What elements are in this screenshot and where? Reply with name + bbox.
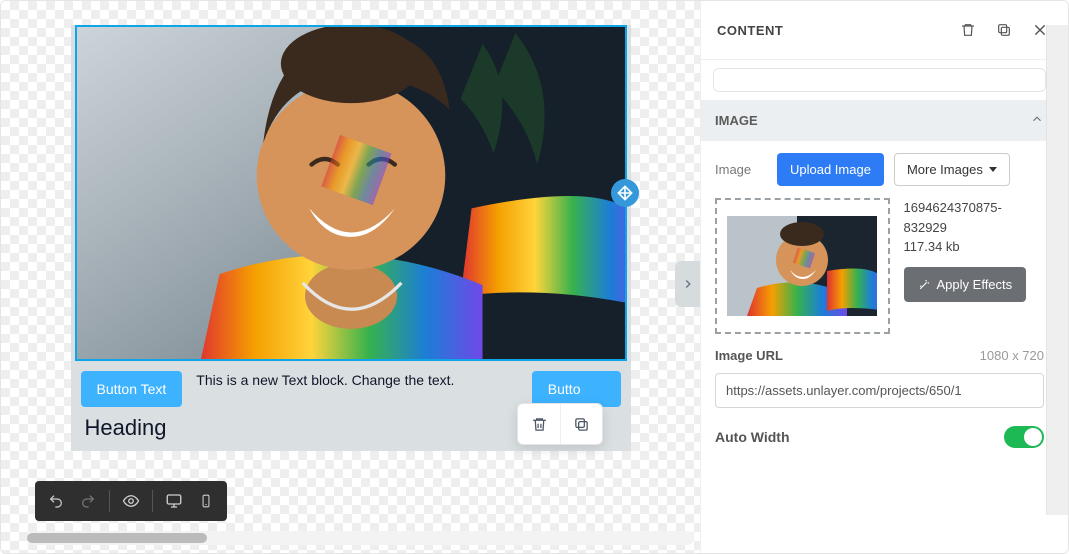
selected-image-block[interactable] — [75, 25, 627, 361]
sidebar-header: CONTENT — [701, 1, 1068, 60]
image-field-label: Image — [715, 162, 767, 177]
chevron-up-icon — [1030, 112, 1044, 129]
mobile-icon — [199, 492, 213, 510]
more-images-label: More Images — [907, 162, 983, 177]
button-a[interactable]: Button Text — [81, 371, 183, 407]
copy-icon — [573, 416, 590, 433]
preview-button[interactable] — [116, 485, 146, 517]
bottom-toolbar — [35, 481, 227, 521]
auto-width-label: Auto Width — [715, 429, 790, 445]
image-meta: 1694624370875-832929 117.34 kb Apply Eff… — [904, 198, 1044, 302]
sidebar-delete-button[interactable] — [950, 13, 986, 47]
sidebar-duplicate-button[interactable] — [986, 13, 1022, 47]
section-image-title: IMAGE — [715, 113, 758, 128]
eye-icon — [122, 492, 140, 510]
redo-button[interactable] — [73, 485, 103, 517]
caret-down-icon — [989, 167, 997, 172]
block-actions — [517, 403, 603, 445]
trash-icon — [960, 22, 976, 38]
mobile-view-button[interactable] — [191, 485, 221, 517]
image-url-label: Image URL — [715, 348, 783, 363]
text-block[interactable]: This is a new Text block. Change the tex… — [196, 371, 518, 391]
redo-icon — [80, 493, 96, 509]
photo-illustration — [77, 27, 625, 359]
undo-button[interactable] — [41, 485, 71, 517]
sidebar-title: CONTENT — [717, 23, 950, 38]
button-b[interactable]: Butto — [532, 371, 621, 407]
wand-icon — [918, 278, 931, 291]
desktop-icon — [165, 492, 183, 510]
duplicate-block-button[interactable] — [560, 404, 602, 444]
apply-effects-label: Apply Effects — [937, 275, 1013, 295]
scroll-thumb[interactable] — [27, 533, 207, 543]
email-block: Button Text This is a new Text block. Ch… — [71, 25, 631, 451]
image-url-input[interactable] — [715, 373, 1044, 408]
collapse-sidebar-button[interactable] — [675, 261, 700, 307]
prev-section-placeholder — [713, 68, 1046, 92]
delete-block-button[interactable] — [518, 404, 560, 444]
upload-image-button[interactable]: Upload Image — [777, 153, 884, 186]
more-images-button[interactable]: More Images — [894, 153, 1010, 186]
apply-effects-button[interactable]: Apply Effects — [904, 267, 1027, 303]
image-filesize: 117.34 kb — [904, 237, 1044, 257]
horizontal-scrollbar[interactable] — [27, 531, 694, 545]
canvas-area[interactable]: Button Text This is a new Text block. Ch… — [1, 1, 700, 553]
undo-icon — [48, 493, 64, 509]
chevron-right-icon — [681, 277, 695, 291]
duplicate-icon — [996, 22, 1012, 38]
sidebar-body[interactable]: IMAGE Image Upload Image More Images — [701, 60, 1068, 553]
separator — [152, 490, 153, 512]
image-filename: 1694624370875-832929 — [904, 198, 1044, 237]
section-image-header[interactable]: IMAGE — [701, 100, 1058, 141]
move-icon — [617, 185, 633, 201]
image-dropzone[interactable] — [715, 198, 890, 334]
desktop-view-button[interactable] — [159, 485, 189, 517]
right-toolbar-strip — [1046, 25, 1068, 515]
sidebar: CONTENT IMAGE Image Upload Image Mo — [700, 1, 1068, 553]
auto-width-toggle[interactable] — [1004, 426, 1044, 448]
image-dimensions: 1080 x 720 — [980, 348, 1044, 363]
drag-handle[interactable] — [611, 179, 639, 207]
separator — [109, 490, 110, 512]
image-thumbnail — [727, 216, 877, 316]
image-preview — [77, 27, 625, 359]
trash-icon — [531, 416, 548, 433]
app-root: Button Text This is a new Text block. Ch… — [0, 0, 1069, 554]
